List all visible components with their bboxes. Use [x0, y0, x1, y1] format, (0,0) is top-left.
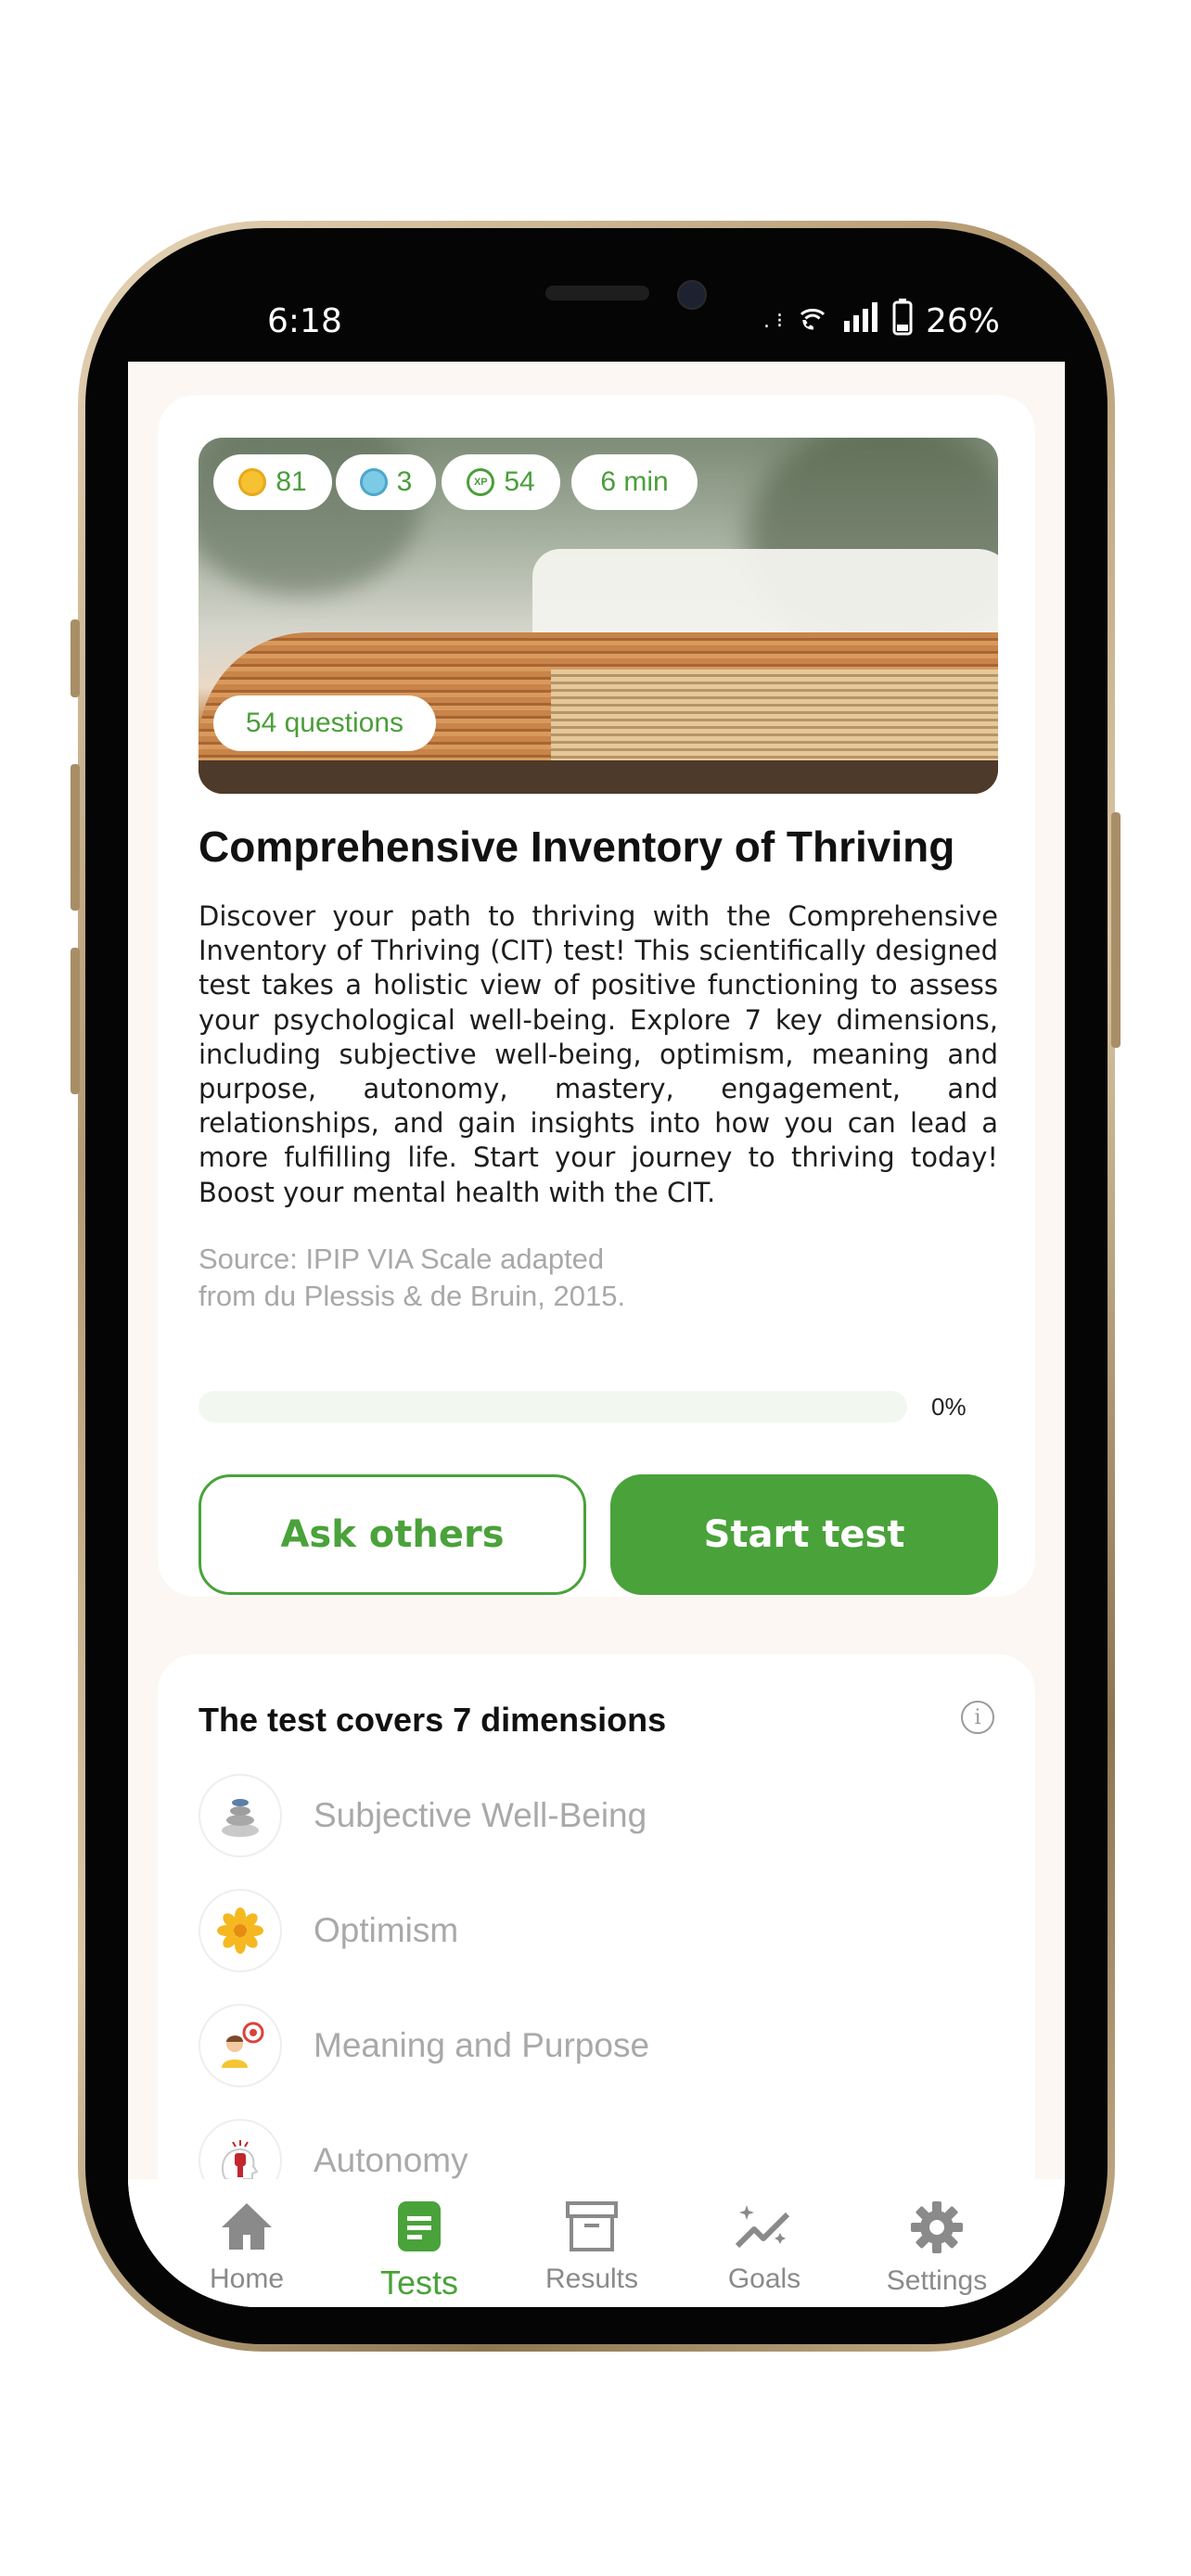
document-icon	[398, 2201, 441, 2251]
status-time: 6:18	[267, 302, 342, 340]
bottom-tab-bar: Home Tests Results Goals Settings	[128, 2179, 1065, 2307]
stones-icon	[198, 1774, 282, 1857]
battery-percent: 26%	[925, 302, 1000, 340]
coins-pill: 81	[213, 454, 332, 510]
dimension-label: Autonomy	[314, 2141, 468, 2179]
dimension-item[interactable]: Subjective Well-Being	[198, 1773, 647, 1858]
tab-label: Settings	[886, 2265, 988, 2296]
progress-bar	[198, 1391, 907, 1422]
dimensions-heading: The test covers 7 dimensions	[198, 1701, 667, 1739]
tab-results[interactable]: Results	[508, 2200, 675, 2295]
tab-home[interactable]: Home	[163, 2200, 330, 2295]
tab-goals[interactable]: Goals	[681, 2200, 848, 2295]
home-icon	[222, 2203, 272, 2250]
app-screen: 81 3 XP 54 6 min 54 questions Comprehens…	[128, 362, 1065, 2307]
test-card: 81 3 XP 54 6 min 54 questions Comprehens…	[158, 395, 1035, 1597]
dimension-item[interactable]: Optimism	[198, 1888, 458, 1973]
gems-value: 3	[396, 466, 413, 497]
gems-pill: 3	[336, 454, 436, 510]
dimension-label: Meaning and Purpose	[314, 2026, 650, 2064]
xp-pill: XP 54	[442, 454, 560, 510]
sparkle-chart-icon	[735, 2205, 790, 2249]
progress-percent: 0%	[931, 1393, 967, 1421]
tab-label: Results	[544, 2264, 639, 2294]
dimension-item[interactable]: Meaning and Purpose	[198, 2003, 649, 2088]
dimension-label: Optimism	[314, 1911, 459, 1949]
tab-label: Goals	[727, 2264, 801, 2294]
start-test-button[interactable]: Start test	[610, 1474, 998, 1595]
tab-settings[interactable]: Settings	[853, 2200, 1020, 2297]
test-description: Discover your path to thriving with the …	[198, 900, 998, 1208]
archive-box-icon	[566, 2201, 618, 2251]
hero-image: 81 3 XP 54 6 min 54 questions	[198, 438, 998, 794]
signal-icon	[842, 302, 879, 340]
target-person-icon	[198, 2004, 282, 2087]
questions-count: 54 questions	[245, 708, 404, 738]
tab-tests[interactable]: Tests	[336, 2200, 503, 2302]
tab-label: Home	[209, 2264, 285, 2294]
xp-icon: XP	[467, 468, 495, 496]
volume-down-button	[70, 948, 80, 1094]
info-icon[interactable]: i	[961, 1701, 994, 1734]
questions-pill: 54 questions	[213, 695, 436, 751]
status-dots: . ⁝	[763, 310, 783, 333]
coins-value: 81	[275, 466, 307, 497]
ask-others-button[interactable]: Ask others	[198, 1474, 586, 1595]
duration-value: 6 min	[600, 466, 669, 497]
dimension-label: Subjective Well-Being	[314, 1796, 647, 1834]
source-line-1: Source: IPIP VIA Scale adapted	[198, 1243, 605, 1275]
battery-icon	[892, 299, 913, 344]
test-source: Source: IPIP VIA Scale adapted from du P…	[198, 1241, 718, 1315]
xp-value: 54	[504, 466, 535, 497]
status-bar: 6:18 . ⁝ 26%	[128, 278, 1065, 362]
flower-icon	[198, 1889, 282, 1972]
gem-icon	[359, 468, 388, 496]
coin-icon	[238, 468, 267, 496]
power-button	[1111, 812, 1121, 1048]
test-title: Comprehensive Inventory of Thriving	[198, 823, 955, 871]
silent-switch	[70, 619, 80, 697]
gear-icon	[911, 2201, 963, 2253]
source-line-2: from du Plessis & de Bruin, 2015.	[198, 1280, 626, 1312]
volume-up-button	[70, 764, 80, 911]
wifi-call-icon	[796, 300, 829, 342]
duration-pill: 6 min	[571, 454, 698, 510]
tab-label: Tests	[379, 2264, 459, 2302]
